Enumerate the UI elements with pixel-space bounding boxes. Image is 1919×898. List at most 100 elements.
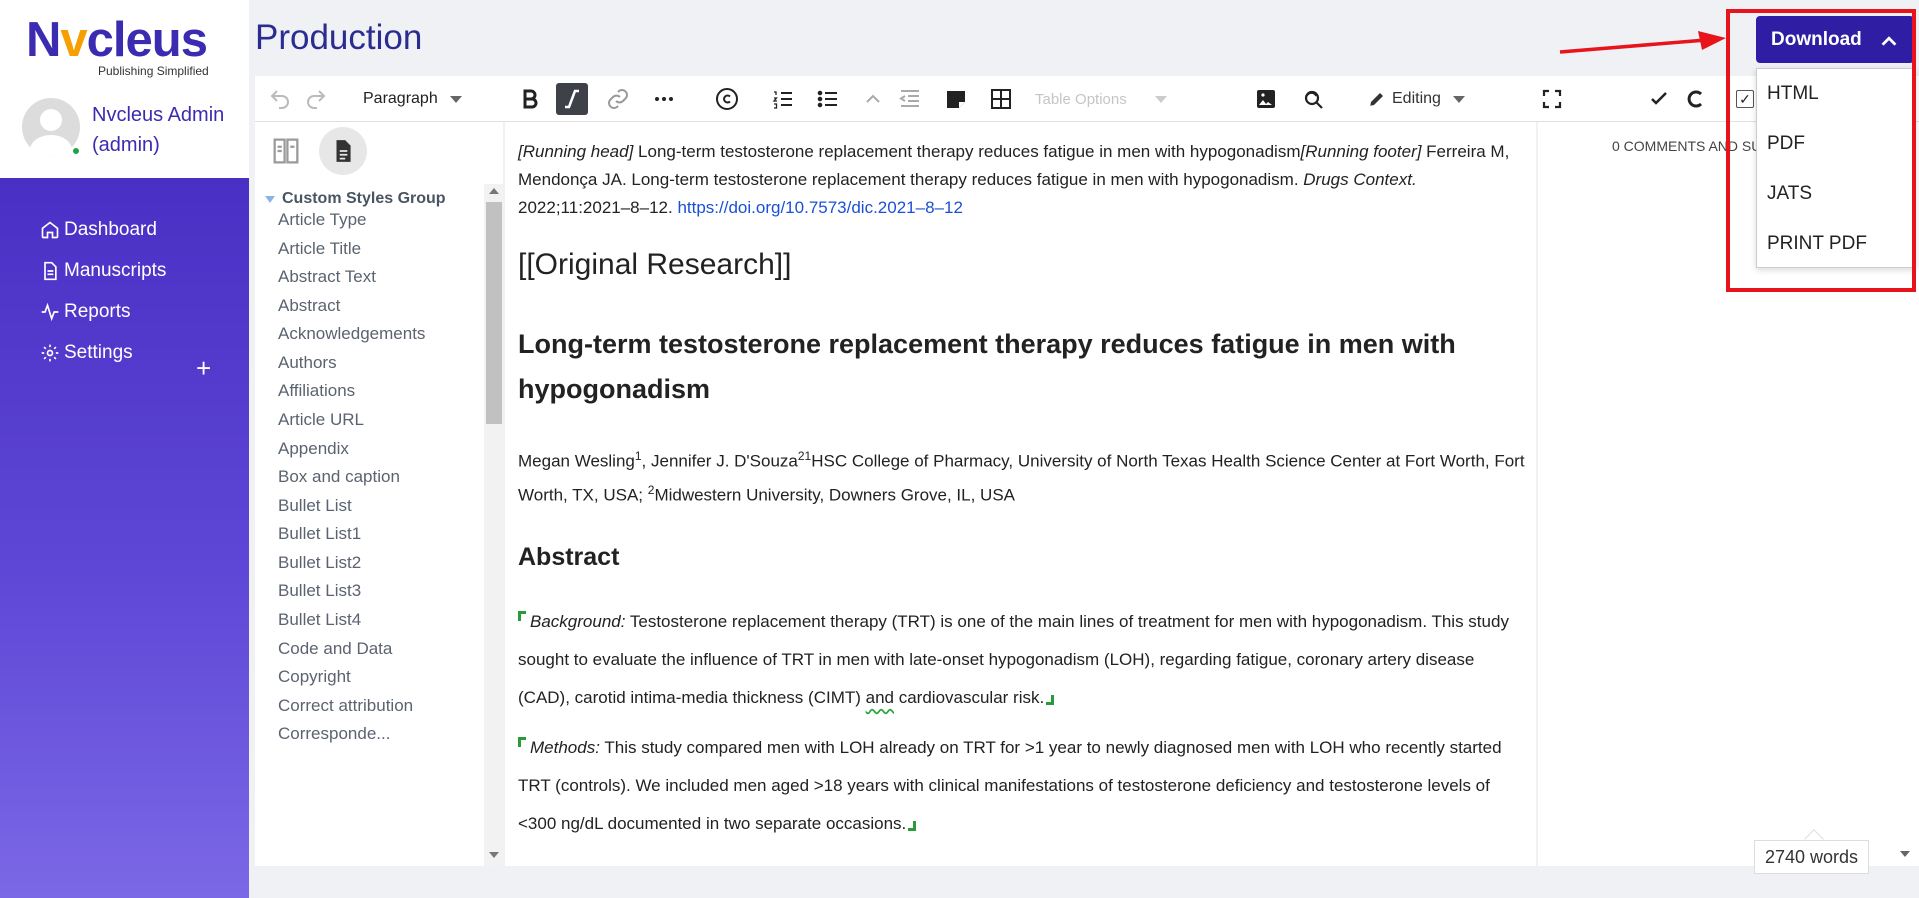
document-content: [Running head] Long-term testosterone re…	[518, 138, 1528, 843]
table-icon	[991, 89, 1011, 109]
style-item[interactable]: Article Title	[278, 235, 361, 263]
nav-item-dashboard[interactable]: Dashboard	[40, 215, 157, 245]
style-item[interactable]: Article Type	[278, 206, 367, 234]
nav-label: Dashboard	[64, 219, 157, 240]
nav-item-reports[interactable]: Reports	[40, 297, 131, 327]
methods-label: Methods:	[530, 738, 600, 758]
settings-expand-button[interactable]: +	[196, 353, 211, 383]
grammar-flagged-word[interactable]: and	[866, 688, 894, 707]
reject-change-button[interactable]	[1681, 76, 1711, 122]
refresh-icon	[1687, 90, 1703, 108]
bracket-end-icon	[1046, 695, 1055, 706]
outdent-icon	[899, 90, 919, 107]
style-item[interactable]: Article URL	[278, 406, 364, 434]
style-list-scroll-thumb[interactable]	[486, 202, 502, 424]
download-option-html[interactable]: HTML	[1767, 79, 1819, 109]
style-item[interactable]: Code and Data	[278, 635, 392, 663]
fullscreen-icon	[1542, 89, 1562, 109]
bold-button[interactable]	[515, 76, 545, 122]
document-icon	[44, 261, 57, 281]
link-button[interactable]	[603, 76, 633, 122]
style-item[interactable]: Abstract	[278, 292, 340, 320]
bracket-end-icon	[908, 821, 917, 832]
user-name[interactable]: Nvcleus Admin (admin)	[92, 100, 242, 160]
abstract-heading: Abstract	[518, 543, 620, 572]
bold-icon	[523, 89, 538, 109]
style-item[interactable]: Corresponde...	[278, 720, 390, 748]
scroll-down-icon[interactable]	[489, 852, 499, 858]
download-menu: HTML PDF JATS PRINT PDF	[1756, 68, 1916, 268]
style-item[interactable]: Acknowledgements	[278, 320, 425, 348]
annotation-arrow-icon	[1559, 31, 1726, 54]
style-item[interactable]: Bullet List	[278, 492, 352, 520]
numbered-list-button[interactable]	[768, 76, 798, 122]
chevron-down-icon	[449, 95, 462, 103]
fullscreen-button[interactable]	[1537, 76, 1567, 122]
accept-change-button[interactable]	[1645, 76, 1675, 122]
download-option-print-pdf[interactable]: PRINT PDF	[1767, 229, 1867, 259]
style-item[interactable]: Correct attribution	[278, 692, 413, 720]
download-option-jats[interactable]: JATS	[1767, 179, 1812, 209]
logo[interactable]: Nvcleus	[26, 12, 208, 68]
checkbox-icon[interactable]: ✓	[1736, 90, 1754, 108]
download-label: Download	[1771, 28, 1862, 50]
table-options-select[interactable]: Table Options	[1035, 76, 1195, 122]
document-tab[interactable]	[319, 127, 367, 175]
more-button[interactable]	[649, 76, 679, 122]
abstract-background: Background: Testosterone replacement the…	[518, 603, 1528, 717]
undo-button[interactable]	[265, 76, 295, 122]
table-options-label: Table Options	[1035, 90, 1127, 108]
style-item[interactable]: Abstract Text	[278, 263, 376, 291]
bracket-start-icon	[518, 737, 526, 748]
insert-table-button[interactable]	[986, 76, 1016, 122]
word-count: 2740 words	[1754, 840, 1870, 874]
style-item[interactable]: Appendix	[278, 435, 349, 463]
chevron-down-icon	[1154, 95, 1167, 103]
citation: 2022;11:2021–8–12.	[518, 198, 678, 217]
paragraph-style-select[interactable]: Paragraph	[363, 76, 483, 122]
tagline: Publishing Simplified	[98, 64, 209, 78]
download-option-pdf[interactable]: PDF	[1767, 129, 1805, 159]
document-editor[interactable]: [Running head] Long-term testosterone re…	[505, 122, 1536, 866]
collapse-button[interactable]	[858, 76, 888, 122]
editing-mode-select[interactable]: Editing	[1368, 76, 1478, 122]
chevron-down-icon	[1452, 95, 1465, 103]
style-item[interactable]: Copyright	[278, 663, 351, 691]
style-item[interactable]: Bullet List3	[278, 577, 361, 605]
brand-panel: Nvcleus Publishing Simplified Nvcleus Ad…	[0, 0, 249, 178]
activity-icon	[41, 302, 59, 322]
style-item[interactable]: Bullet List1	[278, 520, 361, 548]
abstract-methods: Methods: This study compared men with LO…	[518, 729, 1528, 843]
style-item[interactable]: Bullet List4	[278, 606, 361, 634]
note-button[interactable]	[941, 76, 971, 122]
online-status-dot	[71, 146, 81, 156]
outdent-button[interactable]	[895, 76, 925, 122]
find-replace-button[interactable]	[1298, 76, 1328, 122]
style-item[interactable]: Affiliations	[278, 377, 355, 405]
style-item[interactable]: Authors	[278, 349, 337, 377]
editing-label: Editing	[1392, 90, 1441, 107]
bullet-list-button[interactable]	[813, 76, 843, 122]
panel-tabs	[255, 122, 503, 180]
redo-button[interactable]	[301, 76, 331, 122]
main-nav: Dashboard Manuscripts Reports Settings +	[0, 178, 249, 898]
scroll-down-icon[interactable]	[1900, 851, 1910, 857]
style-item[interactable]: Box and caption	[278, 463, 400, 491]
copyright-button[interactable]	[712, 76, 742, 122]
doi-link[interactable]: https://doi.org/10.7573/dic.2021–8–12	[677, 198, 962, 217]
find-replace-icon	[1304, 90, 1323, 109]
italic-button[interactable]	[556, 83, 588, 115]
running-head-paragraph[interactable]: [Running head] Long-term testosterone re…	[518, 138, 1528, 222]
author-name: Megan Wesling	[518, 451, 635, 471]
authors-paragraph: Megan Wesling1, Jennifer J. D'Souza21HSC…	[518, 442, 1528, 509]
background-label: Background:	[530, 612, 626, 632]
style-item[interactable]: Bullet List2	[278, 549, 361, 577]
accept-check-icon	[1651, 92, 1667, 105]
insert-image-button[interactable]	[1251, 76, 1281, 122]
download-button[interactable]: Download	[1756, 16, 1914, 63]
scroll-up-icon[interactable]	[489, 188, 499, 194]
nav-item-settings[interactable]: Settings	[40, 338, 133, 368]
gear-icon	[41, 344, 59, 362]
book-tab[interactable]	[269, 134, 303, 168]
nav-item-manuscripts[interactable]: Manuscripts	[40, 256, 166, 286]
